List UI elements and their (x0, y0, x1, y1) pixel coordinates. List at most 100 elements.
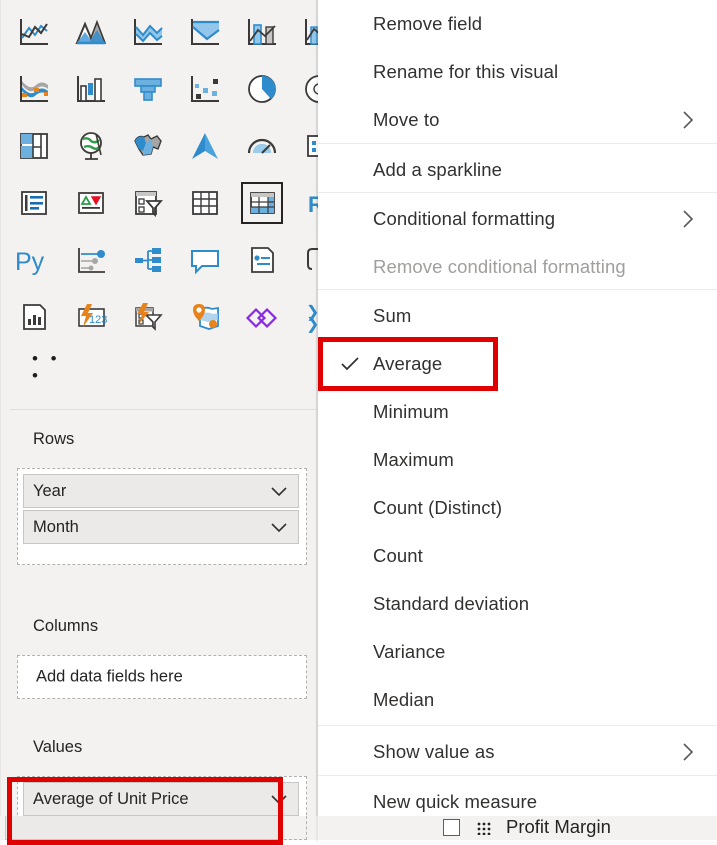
python-visual-icon[interactable]: Py (10, 236, 58, 284)
menu-item-move-to[interactable]: Move to (318, 96, 717, 144)
ribbon-chart-icon[interactable] (10, 65, 58, 113)
menu-item-label: Show value as (373, 741, 495, 762)
well-drop-columns[interactable]: Add data fields here (17, 655, 307, 699)
menu-item-standard-deviation[interactable]: Standard deviation (318, 580, 717, 628)
columns-drop-placeholder: Add data fields here (36, 667, 183, 686)
menu-divider (318, 143, 717, 144)
stacked-area-line-chart-icon[interactable] (10, 8, 58, 56)
menu-item-label: Conditional formatting (373, 208, 556, 229)
table-icon[interactable] (181, 179, 229, 227)
decomposition-tree-icon[interactable] (124, 236, 172, 284)
field-pill-year[interactable]: Year (23, 474, 299, 508)
field-pill-average-of-unit-price[interactable]: Average of Unit Price (23, 782, 299, 816)
well-header-rows: Rows (33, 430, 75, 448)
svg-text:123: 123 (89, 314, 107, 326)
pane-left-edge (0, 0, 1, 840)
funnel-chart-icon[interactable] (124, 65, 172, 113)
field-pill-label: Average of Unit Price (33, 789, 189, 808)
gallery-row (10, 65, 333, 113)
chevron-down-icon[interactable] (268, 516, 290, 538)
field-context-menu: Remove field Rename for this visual Move… (318, 0, 717, 842)
menu-divider (318, 725, 717, 726)
menu-item-count[interactable]: Count (318, 532, 717, 580)
well-header-values: Values (33, 738, 83, 756)
menu-item-minimum[interactable]: Minimum (318, 388, 717, 436)
menu-item-average[interactable]: Average (318, 340, 717, 388)
power-apps-icon[interactable]: 123 (67, 293, 115, 341)
pie-chart-icon[interactable] (238, 65, 286, 113)
visio-visual-icon[interactable] (238, 293, 286, 341)
fields-pane-row-profit-margin[interactable]: Profit Margin (318, 816, 717, 840)
menu-item-label: Count (Distinct) (373, 497, 503, 518)
field-checkbox[interactable] (443, 819, 460, 836)
paginated-report-icon[interactable] (10, 293, 58, 341)
qa-visual-icon[interactable] (181, 236, 229, 284)
multi-row-card-icon[interactable] (10, 179, 58, 227)
menu-item-label: Add a sparkline (373, 159, 503, 180)
waterfall-chart-icon[interactable] (67, 65, 115, 113)
filled-map-icon[interactable] (124, 122, 172, 170)
arcgis-map-icon[interactable] (181, 293, 229, 341)
matrix-icon[interactable] (238, 179, 286, 227)
field-pill-label: Month (33, 517, 79, 536)
menu-item-rename-for-this-visual[interactable]: Rename for this visual (318, 48, 717, 96)
chevron-down-icon[interactable] (268, 788, 290, 810)
menu-item-sum[interactable]: Sum (318, 292, 717, 340)
field-name-label: Profit Margin (506, 816, 611, 837)
menu-item-remove-field[interactable]: Remove field (318, 0, 717, 48)
menu-item-label: Rename for this visual (373, 61, 559, 82)
menu-item-variance[interactable]: Variance (318, 628, 717, 676)
menu-item-show-value-as[interactable]: Show value as (318, 728, 717, 776)
menu-divider (318, 289, 717, 290)
visualizations-pane: R Py 123 ❯ ❯ • • • Rows Year Month Colum… (0, 0, 333, 840)
menu-item-label: Remove field (373, 13, 483, 34)
chevron-down-icon[interactable] (268, 480, 290, 502)
visual-type-gallery: R Py 123 ❯ ❯ • • • (10, 2, 333, 402)
gallery-row (10, 8, 333, 56)
gallery-row: 123 ❯ ❯ (10, 293, 319, 341)
menu-item-label: Average (373, 353, 443, 374)
field-pill-label: Year (33, 481, 67, 500)
svg-text:Py: Py (15, 248, 45, 276)
menu-item-median[interactable]: Median (318, 676, 717, 724)
area-chart-filled-icon[interactable] (181, 8, 229, 56)
menu-divider (318, 192, 717, 193)
gauge-chart-icon[interactable] (238, 122, 286, 170)
menu-item-label: Remove conditional formatting (373, 256, 626, 277)
power-automate-icon[interactable] (124, 293, 172, 341)
area-chart-icon[interactable] (67, 8, 115, 56)
chevron-right-icon (679, 111, 697, 129)
kpi-icon[interactable] (67, 179, 115, 227)
scatter-chart-icon[interactable] (181, 65, 229, 113)
menu-item-label: Variance (373, 641, 446, 662)
menu-divider (318, 775, 717, 776)
azure-map-icon[interactable] (181, 122, 229, 170)
menu-item-add-a-sparkline[interactable]: Add a sparkline (318, 146, 717, 194)
menu-item-conditional-formatting[interactable]: Conditional formatting (318, 195, 717, 243)
smart-narrative-icon[interactable] (238, 236, 286, 284)
map-icon[interactable] (67, 122, 115, 170)
menu-item-label: Sum (373, 305, 412, 326)
menu-item-maximum[interactable]: Maximum (318, 436, 717, 484)
stacked-area-chart-icon[interactable] (124, 8, 172, 56)
values-field-pill-bottom (5, 816, 281, 840)
gallery-row: R (10, 179, 324, 227)
menu-item-count-distinct[interactable]: Count (Distinct) (318, 484, 717, 532)
gallery-divider (10, 409, 316, 410)
checkmark-icon (340, 354, 360, 374)
slicer-icon[interactable] (124, 179, 172, 227)
get-more-visuals-button[interactable]: • • • (32, 350, 76, 384)
well-drop-rows[interactable]: Year Month (17, 468, 307, 565)
gallery-row: Py (10, 236, 326, 284)
key-influencers-icon[interactable] (67, 236, 115, 284)
menu-item-label: New quick measure (373, 791, 538, 812)
well-header-columns: Columns (33, 617, 99, 635)
treemap-icon[interactable] (10, 122, 58, 170)
field-pill-month[interactable]: Month (23, 510, 299, 544)
values-well-overflow-strip (0, 816, 318, 840)
menu-item-label: Maximum (373, 449, 454, 470)
line-and-stacked-column-chart-icon[interactable] (238, 8, 286, 56)
chevron-right-icon (679, 210, 697, 228)
gallery-row (10, 122, 331, 170)
menu-item-remove-conditional-formatting: Remove conditional formatting (318, 243, 717, 291)
